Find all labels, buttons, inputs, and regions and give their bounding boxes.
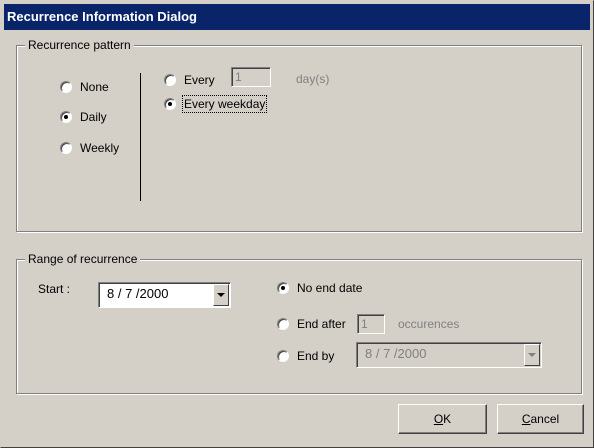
radio-weekday-indicator (164, 98, 176, 110)
radio-end-after-label: End after (297, 317, 346, 331)
radio-end-after[interactable]: End after (277, 317, 346, 331)
ok-label: K (443, 412, 452, 426)
every-days-input[interactable]: 1 (231, 67, 271, 87)
radio-every-label: Every (184, 73, 215, 87)
occurrences-label: occurences (398, 317, 460, 331)
radio-daily-indicator (60, 111, 72, 123)
radio-no-end-label: No end date (297, 281, 363, 295)
radio-none[interactable]: None (60, 80, 109, 94)
end-after-occurrences-input[interactable]: 1 (357, 314, 385, 334)
end-by-dropdown-button[interactable] (524, 344, 540, 366)
radio-daily[interactable]: Daily (60, 110, 107, 124)
radio-weekly-label: Weekly (80, 141, 120, 155)
end-by-date-combobox[interactable]: 8 / 7 /2000 (356, 342, 542, 368)
range-legend: Range of recurrence (25, 252, 141, 266)
dialog-title: Recurrence Information Dialog (4, 4, 590, 30)
radio-every-indicator (164, 74, 176, 86)
days-unit-label: day(s) (296, 72, 330, 86)
start-date-combobox[interactable]: 8 / 7 /2000 (98, 282, 231, 308)
radio-end-by-label: End by (297, 349, 335, 363)
pattern-divider (140, 73, 141, 201)
chevron-down-icon (217, 293, 225, 297)
radio-no-end-indicator (277, 282, 289, 294)
radio-none-label: None (80, 80, 109, 94)
start-label: Start : (38, 282, 71, 296)
cancel-button[interactable]: Cancel (497, 404, 584, 434)
ok-mnemonic: O (433, 412, 444, 426)
radio-end-by-indicator (277, 350, 289, 362)
radio-weekday-label: Every weekday (181, 95, 268, 113)
radio-weekly[interactable]: Weekly (60, 141, 119, 155)
end-by-date-field[interactable]: 8 / 7 /2000 (356, 342, 542, 368)
recurrence-dialog: Recurrence Information Dialog Recurrence… (0, 0, 594, 448)
cancel-mnemonic: C (521, 412, 531, 426)
radio-end-by[interactable]: End by (277, 349, 334, 363)
ok-button[interactable]: OK (398, 404, 487, 434)
chevron-down-icon (528, 353, 536, 357)
cancel-label: ancel (530, 412, 560, 426)
radio-every-weekday[interactable]: Every weekday (164, 95, 268, 113)
radio-daily-label: Daily (80, 110, 107, 124)
start-date-dropdown-button[interactable] (213, 284, 229, 306)
radio-no-end-date[interactable]: No end date (277, 281, 362, 295)
radio-every-n-days[interactable]: Every (164, 73, 215, 87)
radio-end-after-indicator (277, 318, 289, 330)
radio-none-indicator (60, 81, 72, 93)
recurrence-pattern-legend: Recurrence pattern (25, 38, 134, 52)
start-date-field[interactable]: 8 / 7 /2000 (98, 282, 231, 308)
radio-weekly-indicator (60, 142, 72, 154)
